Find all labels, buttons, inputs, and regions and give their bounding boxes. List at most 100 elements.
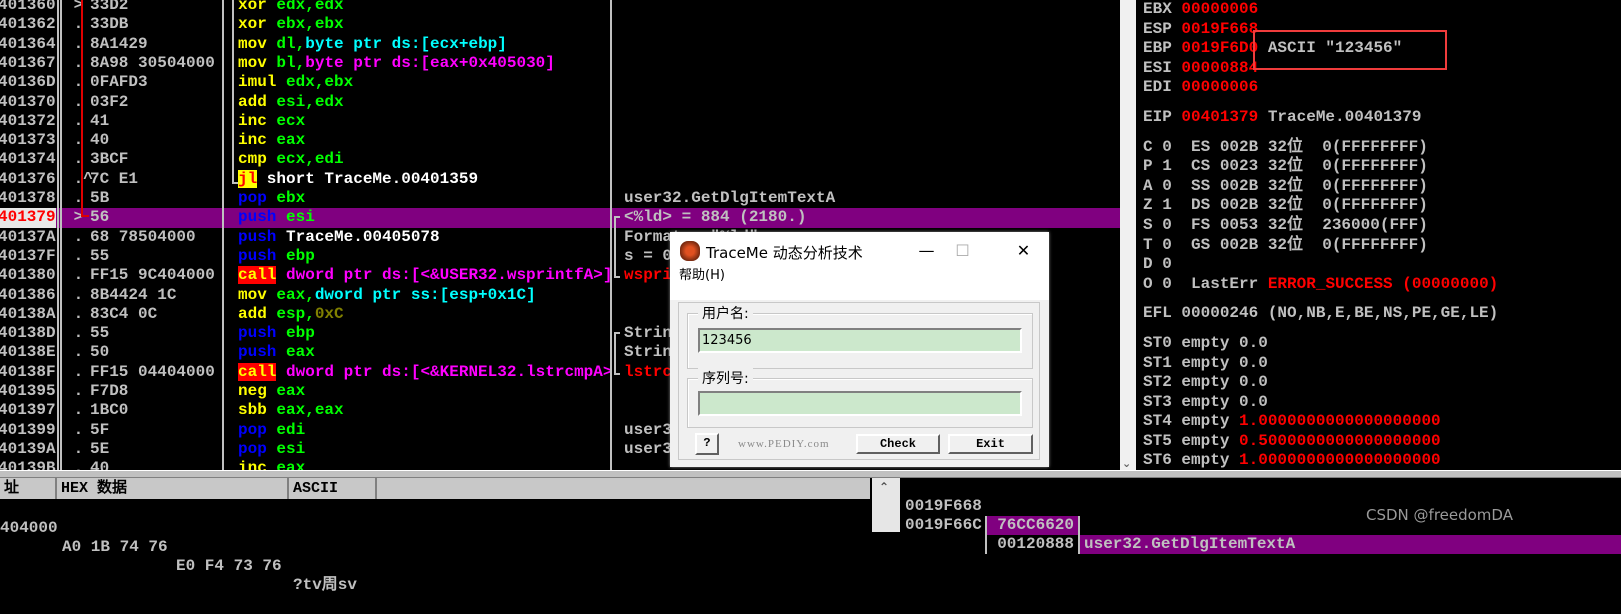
pediy-link: www.PEDIY.com: [738, 438, 830, 450]
instruction-address: 401376: [0, 169, 56, 188]
exit-button[interactable]: Exit: [948, 434, 1033, 454]
register-line[interactable]: ST2 empty 0.0: [1143, 373, 1621, 393]
menu-help[interactable]: 帮助(H): [670, 269, 1049, 290]
hex-bytes: 56: [90, 208, 110, 227]
token-stackop: push: [238, 343, 277, 362]
hex-bytes: 3BCF: [90, 150, 129, 169]
register-line[interactable]: EDI 00000006: [1143, 78, 1621, 98]
token-stackop: pop: [238, 439, 267, 458]
disasm-row[interactable]: 40136D . 0FAFD3 imul edx,ebx: [0, 73, 1120, 92]
disasm-row[interactable]: 401370 . 03F2 add esi,edx: [0, 93, 1120, 112]
register-line[interactable]: A 0 SS 002B 32位 0(FFFFFFFF): [1143, 177, 1621, 197]
token-reg: bl,: [276, 53, 306, 72]
token-mnem: xor: [238, 0, 267, 14]
scroll-down-icon[interactable]: ⌄: [1122, 457, 1131, 470]
check-button[interactable]: Check: [856, 434, 940, 454]
traceme-dialog[interactable]: TraceMe 动态分析技术 — ☐ ✕ 帮助(H) 用户名: 123456 序…: [670, 232, 1049, 467]
dialog-title: TraceMe 动态分析技术: [706, 244, 863, 262]
instruction-address: 401360: [0, 0, 56, 14]
register-line[interactable]: Z 1 DS 002B 32位 0(FFFFFFFF): [1143, 196, 1621, 216]
token-red: wspri: [624, 266, 673, 285]
token-gray: ST3 empty 0.0: [1143, 392, 1268, 411]
register-line[interactable]: ST5 empty 0.5000000000000000000: [1143, 432, 1621, 452]
instruction-address: 401372: [0, 111, 56, 130]
instruction-address: 401374: [0, 150, 56, 169]
stack-row[interactable]: 0019F668 76CC6620 user32.GetDlgItemTextA: [900, 478, 1621, 554]
register-line[interactable]: S 0 FS 0053 32位 236000(FFF): [1143, 216, 1621, 236]
register-line[interactable]: ST0 empty 0.0: [1143, 334, 1621, 354]
hex-bytes: FF15 9C404000: [90, 266, 215, 285]
disassembly-scrollbar[interactable]: ⌄: [1120, 0, 1136, 474]
register-line[interactable]: C 0 ES 002B 32位 0(FFFFFFFF): [1143, 138, 1621, 158]
hex-bytes: FF15 04404000: [90, 362, 215, 381]
disasm-row[interactable]: 401360 >33D2 xor edx,edx: [0, 0, 1120, 15]
flow-marker: .^: [64, 169, 93, 188]
dump-header-hex[interactable]: HEX 数据: [57, 478, 289, 499]
column-divider[interactable]: [610, 0, 612, 470]
hex-bytes: 55: [90, 324, 110, 343]
comment: wspri: [624, 266, 672, 285]
token-red: lstrc: [624, 362, 673, 381]
disasm-row[interactable]: 401367 . 8A98 30504000 mov bl,byte ptr ds:…: [0, 54, 1120, 73]
register-line[interactable]: ST3 empty 0.0: [1143, 393, 1621, 413]
dump-header-ascii[interactable]: ASCII: [289, 478, 377, 499]
token-reg: edx,ebx: [286, 73, 354, 92]
register-line[interactable]: T 0 GS 002B 32位 0(FFFFFFFF): [1143, 236, 1621, 256]
registers-pane[interactable]: EBX 00000006 ESP 0019F668 EBP 0019F6D0 ASC…: [1136, 0, 1621, 474]
token-mnem: cmp: [238, 150, 267, 169]
token-reg: esi: [286, 208, 315, 227]
register-line[interactable]: ST6 empty 1.0000000000000000000: [1143, 451, 1621, 471]
instruction: jl short TraceMe.00401359: [238, 169, 478, 189]
register-line[interactable]: EIP 00401379 TraceMe.00401379: [1143, 108, 1621, 128]
token-gray: EIP: [1143, 107, 1182, 126]
token-reg: ecx: [276, 111, 306, 130]
pane-splitter[interactable]: [0, 470, 1621, 478]
token-mem: byte ptr ds:[ecx+ebp]: [305, 34, 507, 53]
dialog-title-bar[interactable]: TraceMe 动态分析技术 — ☐ ✕ 帮助(H): [670, 232, 1049, 282]
flow-marker: .: [64, 324, 84, 343]
token-reg: dl,: [276, 34, 306, 53]
register-line[interactable]: D 0: [1143, 255, 1621, 275]
disasm-row[interactable]: 401374 . 3BCF cmp ecx,edi: [0, 150, 1120, 169]
token-red: 1.0000000000000000000: [1239, 412, 1441, 431]
column-divider[interactable]: [222, 0, 224, 470]
maximize-button[interactable]: ☐: [940, 236, 985, 266]
register-line[interactable]: ST1 empty 0.0: [1143, 354, 1621, 374]
memory-dump-pane[interactable]: 址 HEX 数据 ASCII 404000 A0 1B 74 76 E0 F4 …: [0, 478, 870, 594]
scroll-up-icon[interactable]: ⌃: [879, 480, 889, 494]
disasm-row[interactable]: 401364 . 8A1429 mov dl,byte ptr ds:[ecx+eb…: [0, 35, 1120, 54]
register-line[interactable]: EFL 00000246 (NO,NB,E,BE,NS,PE,GE,LE): [1143, 304, 1621, 324]
register-line[interactable]: EBX 00000006: [1143, 0, 1621, 20]
token-gray: ST5 empty: [1143, 431, 1240, 450]
disasm-row[interactable]: 401362 . 33DB xor ebx,ebx: [0, 15, 1120, 34]
register-line[interactable]: O 0 LastErr ERROR_SUCCESS (00000000): [1143, 275, 1621, 295]
disasm-row[interactable]: 401378 . 5B pop ebx user32.GetDlgItemTextA: [0, 189, 1120, 208]
column-divider[interactable]: [57, 0, 59, 470]
username-input[interactable]: 123456: [698, 328, 1022, 353]
serial-input[interactable]: [698, 391, 1022, 416]
register-line[interactable]: ST4 empty 1.0000000000000000000: [1143, 412, 1621, 432]
dump-row[interactable]: 404000 A0 1B 74 76 E0 F4 73 76 ?tv周sv: [0, 500, 357, 594]
help-button[interactable]: ?: [695, 433, 719, 455]
close-button[interactable]: ✕: [1001, 236, 1046, 266]
token-jmp: jl: [238, 169, 258, 188]
token-stackop: push: [238, 227, 277, 246]
token-gray: EBP: [1143, 39, 1182, 58]
disasm-row[interactable]: 401372 . 41 inc ecx: [0, 112, 1120, 131]
disasm-row[interactable]: 401373 . 40 inc eax: [0, 131, 1120, 150]
disasm-row[interactable]: 401379 >56 push esi <%ld> = 884 (2180.): [0, 208, 1120, 228]
instruction: push ebp: [238, 247, 315, 266]
instruction-address: 401373: [0, 131, 56, 150]
column-divider: [60, 0, 62, 470]
token-gray: EBX: [1143, 0, 1182, 18]
token-mem2: byte ptr ds:[eax+0x405030]: [305, 53, 555, 72]
disasm-row[interactable]: 401376 .^ 7C E1 jl short TraceMe.00401359: [0, 169, 1120, 189]
stack-scrollbar[interactable]: ⌃: [872, 478, 900, 532]
dump-header-address[interactable]: 址: [0, 478, 57, 499]
register-line[interactable]: P 1 CS 0023 32位 0(FFFFFFFF): [1143, 157, 1621, 177]
token-reg: esi,edx: [276, 92, 344, 111]
